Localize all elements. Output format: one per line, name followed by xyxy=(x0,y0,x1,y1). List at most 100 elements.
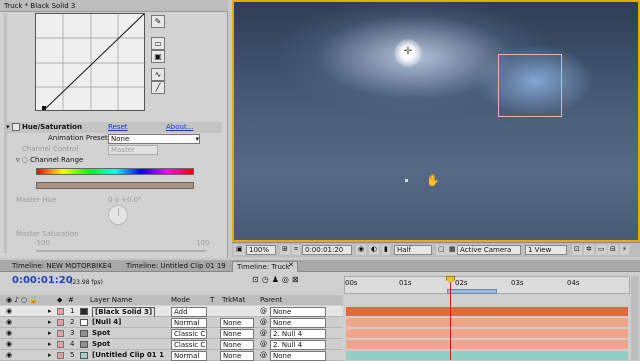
layer-row[interactable]: ◉ ▸ 4 Spot Classic C None @2. Null 4 xyxy=(0,339,343,350)
trkmat-dropdown[interactable]: None xyxy=(220,318,254,328)
timeline-switches[interactable]: ⊡◷♟◎⊠ xyxy=(252,275,302,284)
collapse-icon[interactable]: ▾ xyxy=(6,123,10,131)
views-dropdown[interactable]: 1 View xyxy=(525,245,567,255)
open-folder-icon[interactable]: ▭ xyxy=(151,37,165,50)
pickwhip-icon[interactable]: @ xyxy=(260,339,267,350)
parent-dropdown[interactable]: 2. Null 4 xyxy=(270,329,326,339)
saturation-slider[interactable] xyxy=(36,250,206,252)
smooth-curve-icon[interactable]: ∿ xyxy=(151,68,165,81)
layer-duration-bar[interactable] xyxy=(346,307,628,316)
fx-toggle-icon[interactable] xyxy=(11,123,20,131)
timeline-icon[interactable]: ▭ xyxy=(596,245,607,255)
pickwhip-icon[interactable]: @ xyxy=(260,350,267,361)
layer-row[interactable]: ◉ ▸ 3 Spot Classic C None @2. Null 4 xyxy=(0,328,343,339)
eye-icon[interactable]: ◉ xyxy=(6,339,12,350)
about-link[interactable]: About... xyxy=(166,122,193,133)
twirl-icon[interactable]: ▸ xyxy=(48,328,52,339)
layer-row[interactable]: ◉ ▸ 2 [Null 4] Normal None @ None xyxy=(0,317,343,328)
layer-duration-bar[interactable] xyxy=(346,340,628,349)
current-time[interactable]: 0:00:01:20 xyxy=(12,275,73,286)
tab-untitled-clip[interactable]: Timeline: Untitled Clip 01 19 xyxy=(122,261,232,272)
graph-editor-icon[interactable]: ⊠ xyxy=(292,275,302,284)
toggle-icon[interactable]: ▣ xyxy=(234,245,245,255)
layer-name[interactable]: Spot xyxy=(92,328,110,339)
work-area-bar[interactable] xyxy=(447,289,497,294)
effect-header[interactable]: ▾ Hue/Saturation Reset About... xyxy=(6,122,222,133)
mode-dropdown[interactable]: Normal xyxy=(171,318,207,328)
eye-icon[interactable]: ◉ xyxy=(6,350,12,361)
motion-blur-icon[interactable]: ◎ xyxy=(282,275,292,284)
zoom-dropdown[interactable]: 100% xyxy=(246,245,276,255)
twirl-icon[interactable]: ▸ xyxy=(48,350,52,361)
comp-flowchart-icon[interactable]: ⊡ xyxy=(252,275,262,284)
flowchart-icon[interactable]: ⊟ xyxy=(608,245,618,255)
presets-dropdown[interactable]: None ▾ xyxy=(108,134,200,144)
label-color-swatch[interactable] xyxy=(57,341,64,348)
label-color-swatch[interactable] xyxy=(57,319,64,326)
mode-dropdown[interactable]: Classic C xyxy=(171,329,207,339)
pencil-icon[interactable]: ✎ xyxy=(151,15,165,28)
layer-duration-bar[interactable] xyxy=(346,351,628,360)
mode-dropdown[interactable]: Classic C xyxy=(171,340,207,350)
layer-duration-bar[interactable] xyxy=(346,329,628,338)
trkmat-dropdown[interactable]: None xyxy=(220,340,254,350)
parent-dropdown[interactable]: 2. Null 4 xyxy=(270,340,326,350)
col-name[interactable]: Layer Name xyxy=(90,295,132,305)
roi-icon[interactable]: ▢ xyxy=(436,245,447,255)
color-icon[interactable]: ◐ xyxy=(369,245,380,255)
twirl-icon[interactable]: ▸ xyxy=(48,317,52,328)
viewer-timecode[interactable]: 0:00:01:20 xyxy=(302,245,352,255)
save-icon[interactable]: ▣ xyxy=(151,50,165,63)
camera-dropdown[interactable]: Active Camera xyxy=(457,245,521,255)
layer-name[interactable]: [Untitled Clip 01 1 xyxy=(92,350,164,361)
layer-row[interactable]: ◉ ▸ 5 [Untitled Clip 01 1 Normal None @ None xyxy=(0,350,343,361)
fast-preview-icon[interactable]: ⚡ xyxy=(620,245,629,255)
layer-name[interactable]: [Null 4] xyxy=(92,317,121,328)
resolution-dropdown[interactable]: Half xyxy=(394,245,432,255)
tab-new-motorbike4[interactable]: Timeline: NEW MOTORBIKE4 xyxy=(8,261,118,272)
pickwhip-icon[interactable]: @ xyxy=(260,306,267,317)
shy-icon[interactable]: ♟ xyxy=(272,275,282,284)
layer-row[interactable]: ◉ ▸ 1 [Black Solid 3] Add @ None xyxy=(0,306,343,318)
adjust-icon[interactable]: ✲ xyxy=(584,245,594,255)
master-hue-value[interactable]: 0 x +0.0° xyxy=(108,195,142,206)
linear-curve-icon[interactable]: ╱ xyxy=(151,81,165,94)
anchor-point[interactable] xyxy=(405,179,408,182)
hue-dial[interactable] xyxy=(108,205,128,225)
twirl-icon[interactable]: ▸ xyxy=(48,306,52,317)
solo-icon[interactable]: ◷ xyxy=(262,275,272,284)
reset-link[interactable]: Reset xyxy=(108,122,128,133)
time-ruler[interactable]: 00s 01s 02s 03s 04s xyxy=(344,276,630,294)
preview-icon[interactable]: ⊡ xyxy=(572,245,582,255)
effect-controls-tab[interactable]: Truck * Black Solid 3 xyxy=(0,0,228,12)
composition-viewer[interactable]: ✛ ✋ xyxy=(232,0,640,242)
frame-icon[interactable]: ⌗ xyxy=(292,245,300,255)
channel-icon[interactable]: ▮ xyxy=(382,245,390,255)
layer-duration-bar[interactable] xyxy=(346,318,628,327)
pickwhip-icon[interactable]: @ xyxy=(260,317,267,328)
crosshair-icon[interactable]: ✛ xyxy=(402,46,414,58)
parent-dropdown[interactable]: None xyxy=(270,307,326,317)
grid-icon[interactable]: ⊞ xyxy=(280,245,290,255)
channel-range-row[interactable]: ▿ ◌ Channel Range xyxy=(16,155,83,166)
close-icon[interactable]: ✕ xyxy=(288,261,294,269)
timeline-scrollbar[interactable] xyxy=(631,276,639,360)
mode-dropdown[interactable]: Add xyxy=(171,307,207,317)
twirl-icon[interactable]: ▸ xyxy=(48,339,52,350)
playhead[interactable] xyxy=(450,276,451,360)
trkmat-dropdown[interactable]: None xyxy=(220,329,254,339)
pickwhip-icon[interactable]: @ xyxy=(260,328,267,339)
eye-icon[interactable]: ◉ xyxy=(6,328,12,339)
snapshot-icon[interactable]: ◉ xyxy=(356,245,367,255)
curves-graph[interactable] xyxy=(35,13,145,111)
eye-icon[interactable]: ◉ xyxy=(6,306,12,317)
parent-dropdown[interactable]: None xyxy=(270,318,326,328)
channel-control-dropdown[interactable]: Master xyxy=(108,145,158,155)
spot-layer-bounds[interactable] xyxy=(498,54,562,117)
label-color-swatch[interactable] xyxy=(57,352,64,359)
eye-icon[interactable]: ◉ xyxy=(6,317,12,328)
layer-name[interactable]: Spot xyxy=(92,339,110,350)
expand-icon[interactable]: ▿ ◌ xyxy=(16,156,30,164)
label-color-swatch[interactable] xyxy=(57,330,64,337)
label-color-swatch[interactable] xyxy=(57,308,64,315)
